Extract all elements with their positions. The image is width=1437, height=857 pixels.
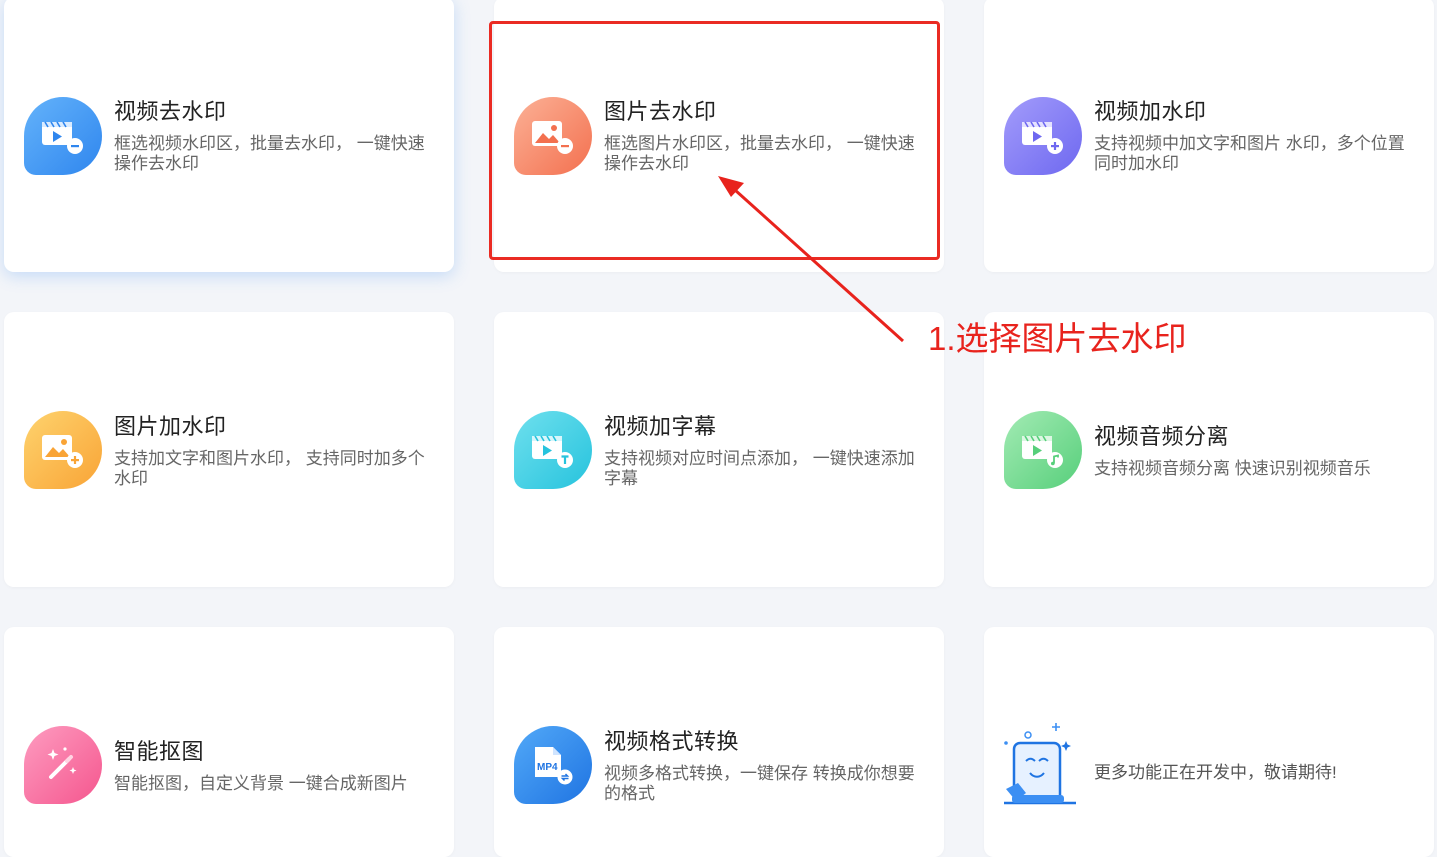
card-description: 支持视频对应时间点添加， 一键快速添加字幕: [604, 449, 915, 488]
video-subtitle-icon: [514, 411, 592, 489]
card-description: 支持视频音频分离 快速识别视频音乐: [1094, 459, 1371, 478]
mp4-convert-icon: MP4: [514, 726, 592, 804]
image-remove-watermark-icon: [514, 97, 592, 175]
card-title: 视频格式转换: [604, 729, 740, 754]
magic-wand-icon: [24, 726, 102, 804]
card-description: 框选视频水印区，批量去水印， 一键快速操作去水印: [114, 134, 425, 173]
card-more-coming-soon: 更多功能正在开发中，敬请期待!: [984, 627, 1434, 857]
card-title: 视频音频分离: [1094, 424, 1230, 449]
card-video-remove-watermark[interactable]: 视频去水印 框选视频水印区，批量去水印， 一键快速操作去水印: [4, 0, 454, 272]
card-description: 支持视频中加文字和图片 水印，多个位置同时加水印: [1094, 134, 1405, 173]
card-video-subtitle[interactable]: 视频加字幕 支持视频对应时间点添加， 一键快速添加字幕: [494, 312, 944, 587]
video-add-watermark-icon: [1004, 97, 1082, 175]
developer-phone-illustration-icon: [1000, 721, 1080, 811]
card-smart-cutout[interactable]: 智能抠图 智能抠图，自定义背景 一键合成新图片: [4, 627, 454, 857]
audio-video-split-icon: [1004, 411, 1082, 489]
card-title: 视频加水印: [1094, 99, 1207, 124]
card-description: 视频多格式转换，一键保存 转换成你想要的格式: [604, 764, 915, 803]
card-title: 智能抠图: [114, 739, 205, 764]
video-remove-watermark-icon: [24, 97, 102, 175]
card-image-remove-watermark[interactable]: 图片去水印 框选图片水印区，批量去水印， 一键快速操作去水印: [494, 0, 944, 272]
card-description: 智能抠图，自定义背景 一键合成新图片: [114, 774, 408, 793]
card-title: 视频加字幕: [604, 414, 717, 439]
image-add-watermark-icon: [24, 411, 102, 489]
card-video-add-watermark[interactable]: 视频加水印 支持视频中加文字和图片 水印，多个位置同时加水印: [984, 0, 1434, 272]
card-title: 视频去水印: [114, 99, 227, 124]
card-description: 支持加文字和图片水印， 支持同时加多个水印: [114, 449, 425, 488]
card-description: 框选图片水印区，批量去水印， 一键快速操作去水印: [604, 134, 915, 173]
card-video-format-convert[interactable]: MP4 视频格式转换 视频多格式转换，一键保存 转换成你想要的格式: [494, 627, 944, 857]
annotation-callout: 1.选择图片去水印: [928, 320, 1187, 357]
card-title: 图片加水印: [114, 414, 227, 439]
card-image-add-watermark[interactable]: 图片加水印 支持加文字和图片水印， 支持同时加多个水印: [4, 312, 454, 587]
mp4-badge: MP4: [537, 762, 558, 773]
card-title: 图片去水印: [604, 99, 717, 124]
coming-soon-text: 更多功能正在开发中，敬请期待!: [1094, 763, 1337, 782]
